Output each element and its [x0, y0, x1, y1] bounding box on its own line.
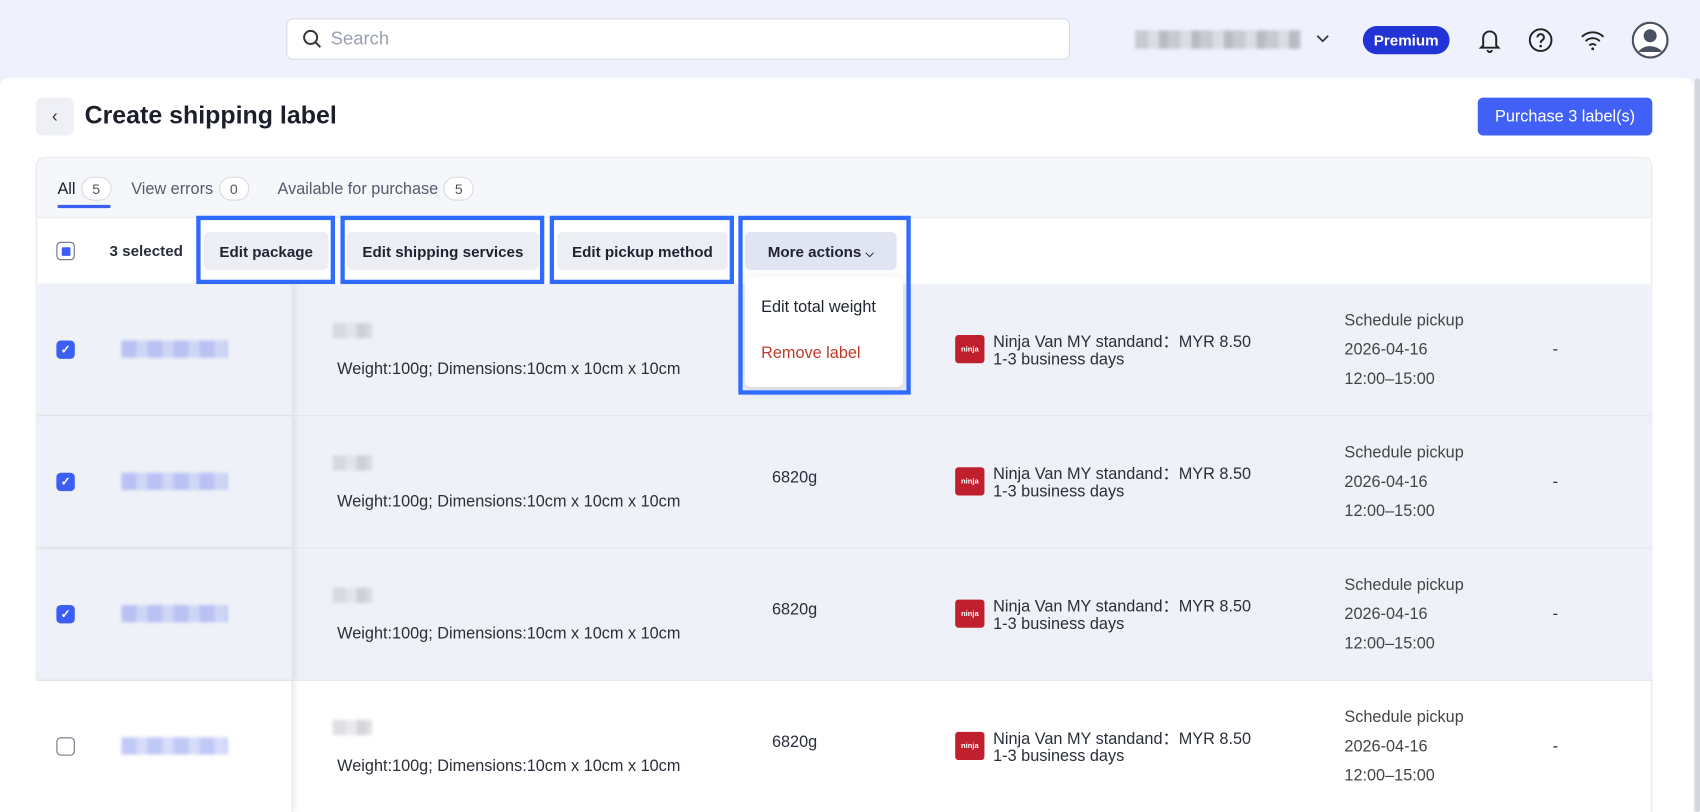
- help-icon[interactable]: [1528, 27, 1554, 53]
- pickup-time: 12:00–15:00: [1344, 501, 1435, 521]
- pickup-method: Schedule pickup: [1344, 707, 1464, 727]
- table-row: ✓ Weight:100g; Dimensions:10cm x 10cm x …: [35, 416, 1653, 549]
- extra-value: -: [1552, 340, 1558, 359]
- total-weight: 6820g: [771, 600, 818, 620]
- order-id-redacted[interactable]: [121, 604, 228, 623]
- tab-view-errors[interactable]: View errors 0: [131, 176, 249, 201]
- sticky-column: ✓: [35, 284, 293, 416]
- back-button[interactable]: ‹: [35, 97, 74, 136]
- avatar-icon[interactable]: [1631, 21, 1669, 59]
- premium-badge[interactable]: Premium: [1362, 26, 1450, 55]
- order-id-redacted[interactable]: [121, 737, 228, 755]
- indeterminate-icon: [61, 246, 70, 256]
- check-icon: ✓: [60, 343, 71, 357]
- chevron-down-icon[interactable]: [1315, 33, 1330, 46]
- edit-shipping-services-button[interactable]: Edit shipping services: [346, 232, 539, 270]
- page-title: Create shipping label: [84, 100, 337, 130]
- more-actions-button[interactable]: More actions ⌵: [744, 232, 897, 270]
- search-icon: [303, 29, 322, 48]
- check-icon: ✓: [60, 608, 71, 622]
- scrollbar[interactable]: [1694, 78, 1700, 812]
- active-tab-indicator: [57, 204, 111, 209]
- menu-item-edit-total-weight[interactable]: Edit total weight: [761, 298, 876, 316]
- row-checkbox[interactable]: [56, 737, 75, 756]
- account-name-redacted[interactable]: [1135, 30, 1302, 49]
- tab-all[interactable]: All 5: [57, 176, 112, 201]
- ninja-van-logo: ninja: [955, 731, 985, 761]
- menu-item-remove-label[interactable]: Remove label: [761, 344, 860, 362]
- purchase-labels-button[interactable]: Purchase 3 label(s): [1477, 97, 1653, 136]
- order-id-redacted[interactable]: [121, 340, 228, 358]
- tab-count: 5: [80, 176, 112, 201]
- tab-bar: All 5 View errors 0 Available for purchase…: [36, 158, 1652, 218]
- pickup-date: 2026-04-16: [1344, 340, 1428, 359]
- delivery-eta: 1-3 business days: [993, 747, 1125, 766]
- extra-value: -: [1552, 472, 1558, 492]
- chevron-left-icon: ‹: [51, 106, 58, 126]
- sticky-column: ✓: [35, 416, 293, 548]
- package-name-redacted: [332, 323, 372, 339]
- wifi-icon[interactable]: [1580, 29, 1606, 51]
- check-icon: ✓: [60, 475, 71, 489]
- ninja-van-logo: ninja: [955, 335, 985, 364]
- pickup-time: 12:00–15:00: [1344, 369, 1435, 389]
- total-weight: 6820g: [771, 468, 818, 487]
- tab-label: View errors: [131, 179, 214, 198]
- tab-count: 5: [443, 176, 474, 201]
- more-actions-menu: Edit total weight Remove label: [744, 276, 904, 388]
- bell-icon[interactable]: [1477, 26, 1503, 54]
- row-checkbox[interactable]: ✓: [56, 604, 75, 624]
- pickup-method: Schedule pickup: [1344, 311, 1464, 330]
- row-checkbox[interactable]: ✓: [56, 340, 75, 359]
- pickup-time: 12:00–15:00: [1344, 766, 1435, 785]
- package-details: Weight:100g; Dimensions:10cm x 10cm x 10…: [337, 756, 681, 776]
- delivery-eta: 1-3 business days: [993, 614, 1125, 634]
- extra-value: -: [1552, 737, 1558, 756]
- tab-label: Available for purchase: [277, 179, 439, 198]
- shipping-service: Ninja Van MY standand：MYR 8.50: [993, 597, 1252, 616]
- table-row: Weight:100g; Dimensions:10cm x 10cm x 10…: [35, 680, 1653, 812]
- package-details: Weight:100g; Dimensions:10cm x 10cm x 10…: [337, 624, 681, 643]
- edit-package-button[interactable]: Edit package: [203, 232, 329, 270]
- package-details: Weight:100g; Dimensions:10cm x 10cm x 10…: [337, 492, 681, 511]
- tab-label: All: [57, 179, 76, 198]
- pickup-method: Schedule pickup: [1344, 575, 1464, 595]
- sticky-column: ✓: [35, 548, 293, 680]
- more-actions-label: More actions: [767, 242, 862, 260]
- shipping-service: Ninja Van MY standand：MYR 8.50: [993, 332, 1252, 352]
- tab-count: 0: [218, 176, 249, 201]
- ninja-van-logo: ninja: [955, 599, 985, 628]
- select-all-checkbox[interactable]: [56, 241, 75, 261]
- package-details: Weight:100g; Dimensions:10cm x 10cm x 10…: [337, 359, 681, 379]
- delivery-eta: 1-3 business days: [993, 350, 1125, 369]
- package-name-redacted: [332, 587, 372, 603]
- extra-value: -: [1552, 604, 1558, 624]
- selected-count: 3 selected: [109, 241, 183, 260]
- order-id-redacted[interactable]: [121, 472, 228, 491]
- tab-available-for-purchase[interactable]: Available for purchase 5: [277, 176, 474, 201]
- pickup-method: Schedule pickup: [1344, 443, 1464, 462]
- pickup-date: 2026-04-16: [1344, 737, 1428, 756]
- total-weight: 6820g: [771, 732, 818, 752]
- edit-pickup-method-button[interactable]: Edit pickup method: [557, 232, 728, 270]
- package-name-redacted: [332, 455, 372, 471]
- package-name-redacted: [332, 719, 372, 736]
- pickup-date: 2026-04-16: [1344, 472, 1428, 492]
- search-box[interactable]: [286, 18, 1071, 60]
- sticky-column: [35, 680, 293, 812]
- shipping-service: Ninja Van MY standand：MYR 8.50: [993, 465, 1252, 484]
- ninja-van-logo: ninja: [955, 467, 985, 496]
- shipping-service: Ninja Van MY standand：MYR 8.50: [993, 729, 1252, 749]
- pickup-time: 12:00–15:00: [1344, 634, 1435, 653]
- row-checkbox[interactable]: ✓: [56, 472, 75, 492]
- table-row: ✓ Weight:100g; Dimensions:10cm x 10cm x …: [35, 548, 1653, 681]
- search-input[interactable]: [330, 28, 982, 50]
- chevron-down-icon: ⌵: [865, 247, 874, 260]
- pickup-date: 2026-04-16: [1344, 604, 1428, 624]
- delivery-eta: 1-3 business days: [993, 482, 1125, 501]
